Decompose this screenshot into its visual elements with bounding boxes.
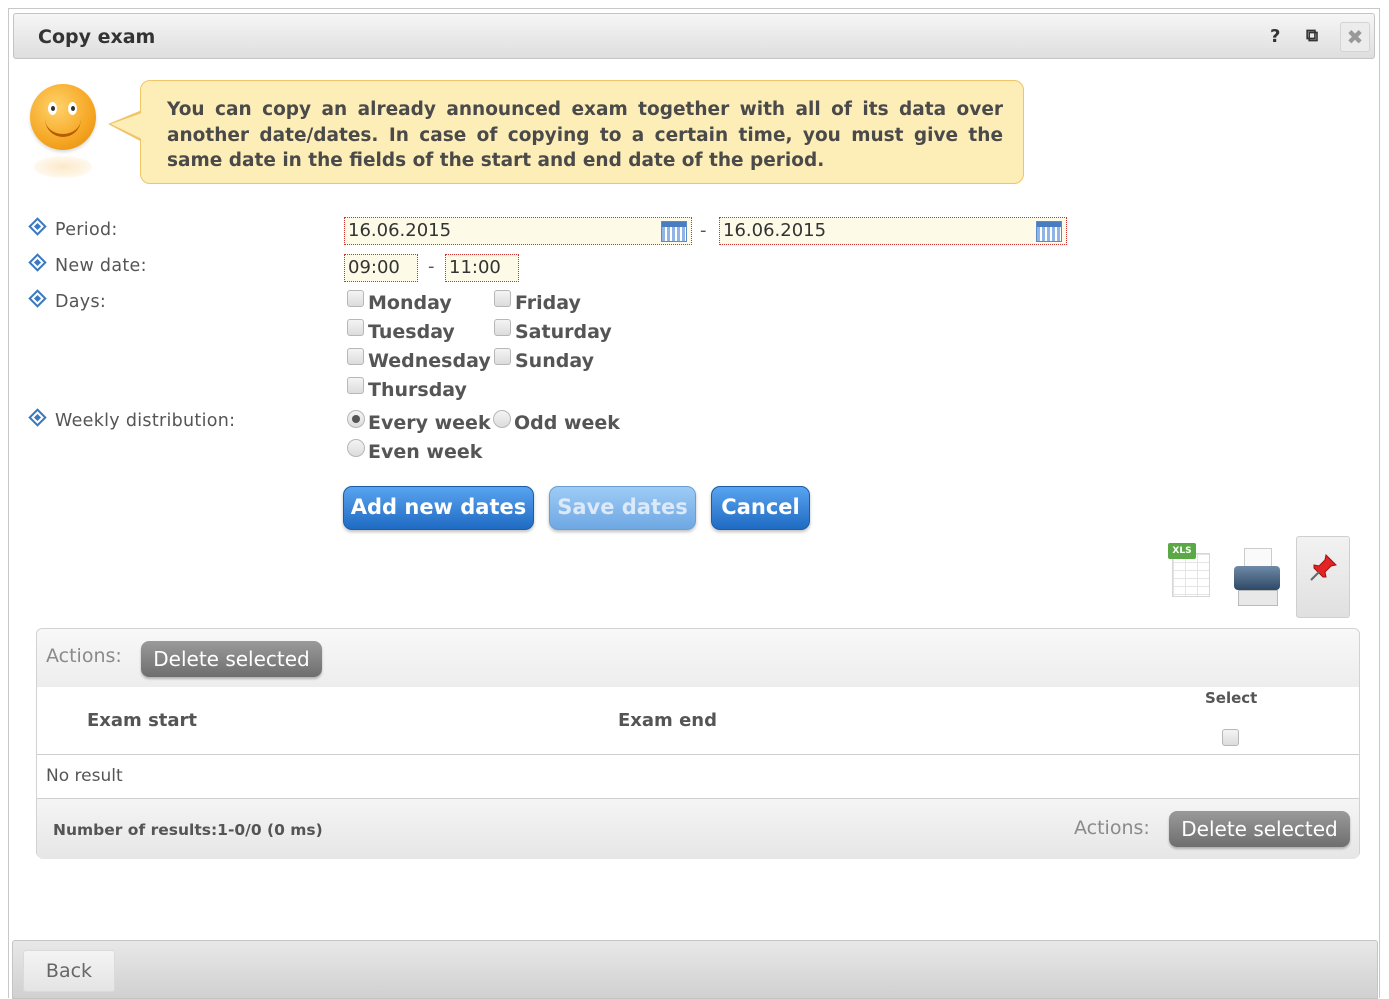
delete-selected-button-top[interactable]: Delete selected [141,641,322,677]
diamond-icon [28,289,47,308]
result-count: Number of results:1-0/0 (0 ms) [53,821,323,839]
back-button[interactable]: Back [23,950,115,992]
top-actions-bar: Actions: Delete selected [37,629,1359,687]
add-new-dates-button[interactable]: Add new dates [343,486,534,530]
time-end-input[interactable]: 11:00 [445,254,519,282]
checkbox-thursday[interactable] [347,377,364,394]
info-bubble: You can copy an already announced exam t… [140,80,1024,184]
info-text: You can copy an already announced exam t… [167,99,1003,171]
time-separator: - [428,256,435,277]
radio-label-even-week: Even week [368,441,483,463]
checkbox-saturday[interactable] [494,319,511,336]
pin-button[interactable] [1296,536,1350,618]
days-label: Days: [28,289,106,312]
checkbox-monday[interactable] [347,290,364,307]
bottom-bar: Back [12,940,1378,999]
diamond-icon [28,408,47,427]
checkbox-friday[interactable] [494,290,511,307]
day-label-wednesday: Wednesday [368,350,491,372]
radio-every-week[interactable] [347,410,365,428]
column-header-exam-start[interactable]: Exam start [87,710,197,731]
radio-odd-week[interactable] [493,410,511,428]
select-all-checkbox[interactable] [1222,729,1239,746]
checkbox-sunday[interactable] [494,348,511,365]
new-date-label: New date: [28,253,147,276]
time-start-input[interactable]: 09:00 [344,254,418,282]
period-end-input[interactable]: 16.06.2015 [719,217,1067,245]
day-label-tuesday: Tuesday [368,321,455,343]
pin-icon [1310,553,1338,581]
diamond-icon [28,253,47,272]
radio-even-week[interactable] [347,439,365,457]
smiley-shadow [34,156,92,178]
day-label-sunday: Sunday [515,350,594,372]
weekly-distribution-label: Weekly distribution: [28,408,235,431]
day-label-saturday: Saturday [515,321,612,343]
smiley-icon [30,84,96,150]
actions-label-top: Actions: [46,645,122,667]
column-header-exam-end[interactable]: Exam end [618,710,717,731]
save-dates-button[interactable]: Save dates [549,486,696,530]
results-panel: Actions: Delete selected Exam start Exam… [36,628,1360,859]
popout-icon[interactable]: ⧉ [1306,26,1318,46]
radio-label-every-week: Every week [368,412,491,434]
actions-label-bottom: Actions: [1074,817,1150,839]
xls-export-icon[interactable]: XLS [1168,543,1210,597]
calendar-icon[interactable] [1036,221,1062,242]
day-label-monday: Monday [368,292,452,314]
title-bar: Copy exam ? ⧉ ✖ [13,13,1375,59]
day-label-thursday: Thursday [368,379,467,401]
checkbox-wednesday[interactable] [347,348,364,365]
calendar-icon[interactable] [661,221,687,242]
period-separator: - [700,220,707,241]
column-header-select: Select [1205,689,1258,707]
diamond-icon [28,217,47,236]
radio-label-odd-week: Odd week [514,412,620,434]
table-footer: Number of results:1-0/0 (0 ms) Actions: … [37,798,1359,859]
window-title: Copy exam [38,26,156,48]
delete-selected-button-bottom[interactable]: Delete selected [1169,811,1350,847]
close-icon[interactable]: ✖ [1340,22,1370,52]
period-start-input[interactable]: 16.06.2015 [344,217,692,245]
period-label: Period: [28,217,118,240]
no-result-text: No result [46,766,123,786]
cancel-button[interactable]: Cancel [711,486,810,530]
day-label-friday: Friday [515,292,581,314]
checkbox-tuesday[interactable] [347,319,364,336]
header-divider [37,754,1359,755]
help-icon[interactable]: ? [1270,26,1280,47]
printer-icon[interactable] [1234,548,1280,608]
